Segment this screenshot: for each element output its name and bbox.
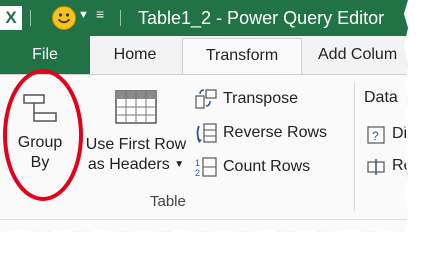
title-bar: X ▼ ≡ Table1_2 - Power Query Editor [0, 0, 408, 36]
customize-toolbar-icon[interactable]: ≡ [96, 6, 104, 22]
tab-add-column[interactable]: Add Colum [318, 36, 408, 74]
group-by-label-1: Group [17, 134, 63, 151]
group-by-icon [23, 94, 57, 122]
title-separator [30, 10, 31, 26]
group-by-button[interactable]: Group By [2, 81, 78, 173]
reverse-rows-label: Reverse Rows [223, 124, 328, 141]
tab-transform[interactable]: Transform [182, 38, 302, 75]
ribbon-tabs: File Home Transform Add Colum [0, 36, 408, 75]
transpose-button[interactable]: Transpose [194, 85, 298, 113]
use-first-row-label-1: Use First Row [85, 136, 187, 153]
table-group-label: Table [150, 193, 186, 210]
svg-text:?: ? [372, 129, 379, 143]
chevron-down-icon[interactable]: ▼ [78, 9, 89, 21]
use-first-row-button[interactable]: Use First Row as Headers ▼ [80, 81, 192, 175]
rename-icon[interactable] [366, 157, 386, 177]
smiley-feedback-icon[interactable] [52, 6, 76, 30]
svg-text:2: 2 [195, 168, 200, 178]
ribbon-bottom-border [0, 219, 408, 220]
svg-text:1: 1 [195, 158, 200, 168]
group-separator [354, 83, 355, 211]
rename-label[interactable]: Re [392, 157, 408, 175]
power-query-window: X ▼ ≡ Table1_2 - Power Query Editor File… [0, 0, 408, 232]
reverse-rows-button[interactable]: Reverse Rows [194, 119, 327, 147]
ribbon-panel: Group By Use First Row as Headers ▼ Tran… [0, 74, 408, 232]
transpose-label: Transpose [223, 90, 298, 107]
window-title: Table1_2 - Power Query Editor [138, 8, 385, 28]
transpose-icon [195, 89, 217, 109]
data-group-label: Data [364, 89, 398, 106]
reverse-rows-icon [196, 123, 217, 143]
detect-type-label[interactable]: Di [392, 125, 407, 143]
table-headers-icon [115, 90, 157, 124]
title-separator [120, 10, 121, 26]
tab-file[interactable]: File [0, 36, 90, 74]
data-type-icon[interactable]: ? [366, 125, 386, 145]
use-first-row-label-2: as Headers [87, 156, 170, 174]
count-rows-label: Count Rows [223, 158, 311, 175]
dropdown-caret-icon[interactable]: ▼ [174, 159, 184, 170]
count-rows-button[interactable]: 1 2 Count Rows [194, 153, 310, 181]
excel-logo: X [0, 6, 22, 30]
group-by-label-2: By [30, 154, 50, 171]
count-rows-icon: 1 2 [195, 157, 217, 178]
tab-home[interactable]: Home [92, 36, 178, 74]
